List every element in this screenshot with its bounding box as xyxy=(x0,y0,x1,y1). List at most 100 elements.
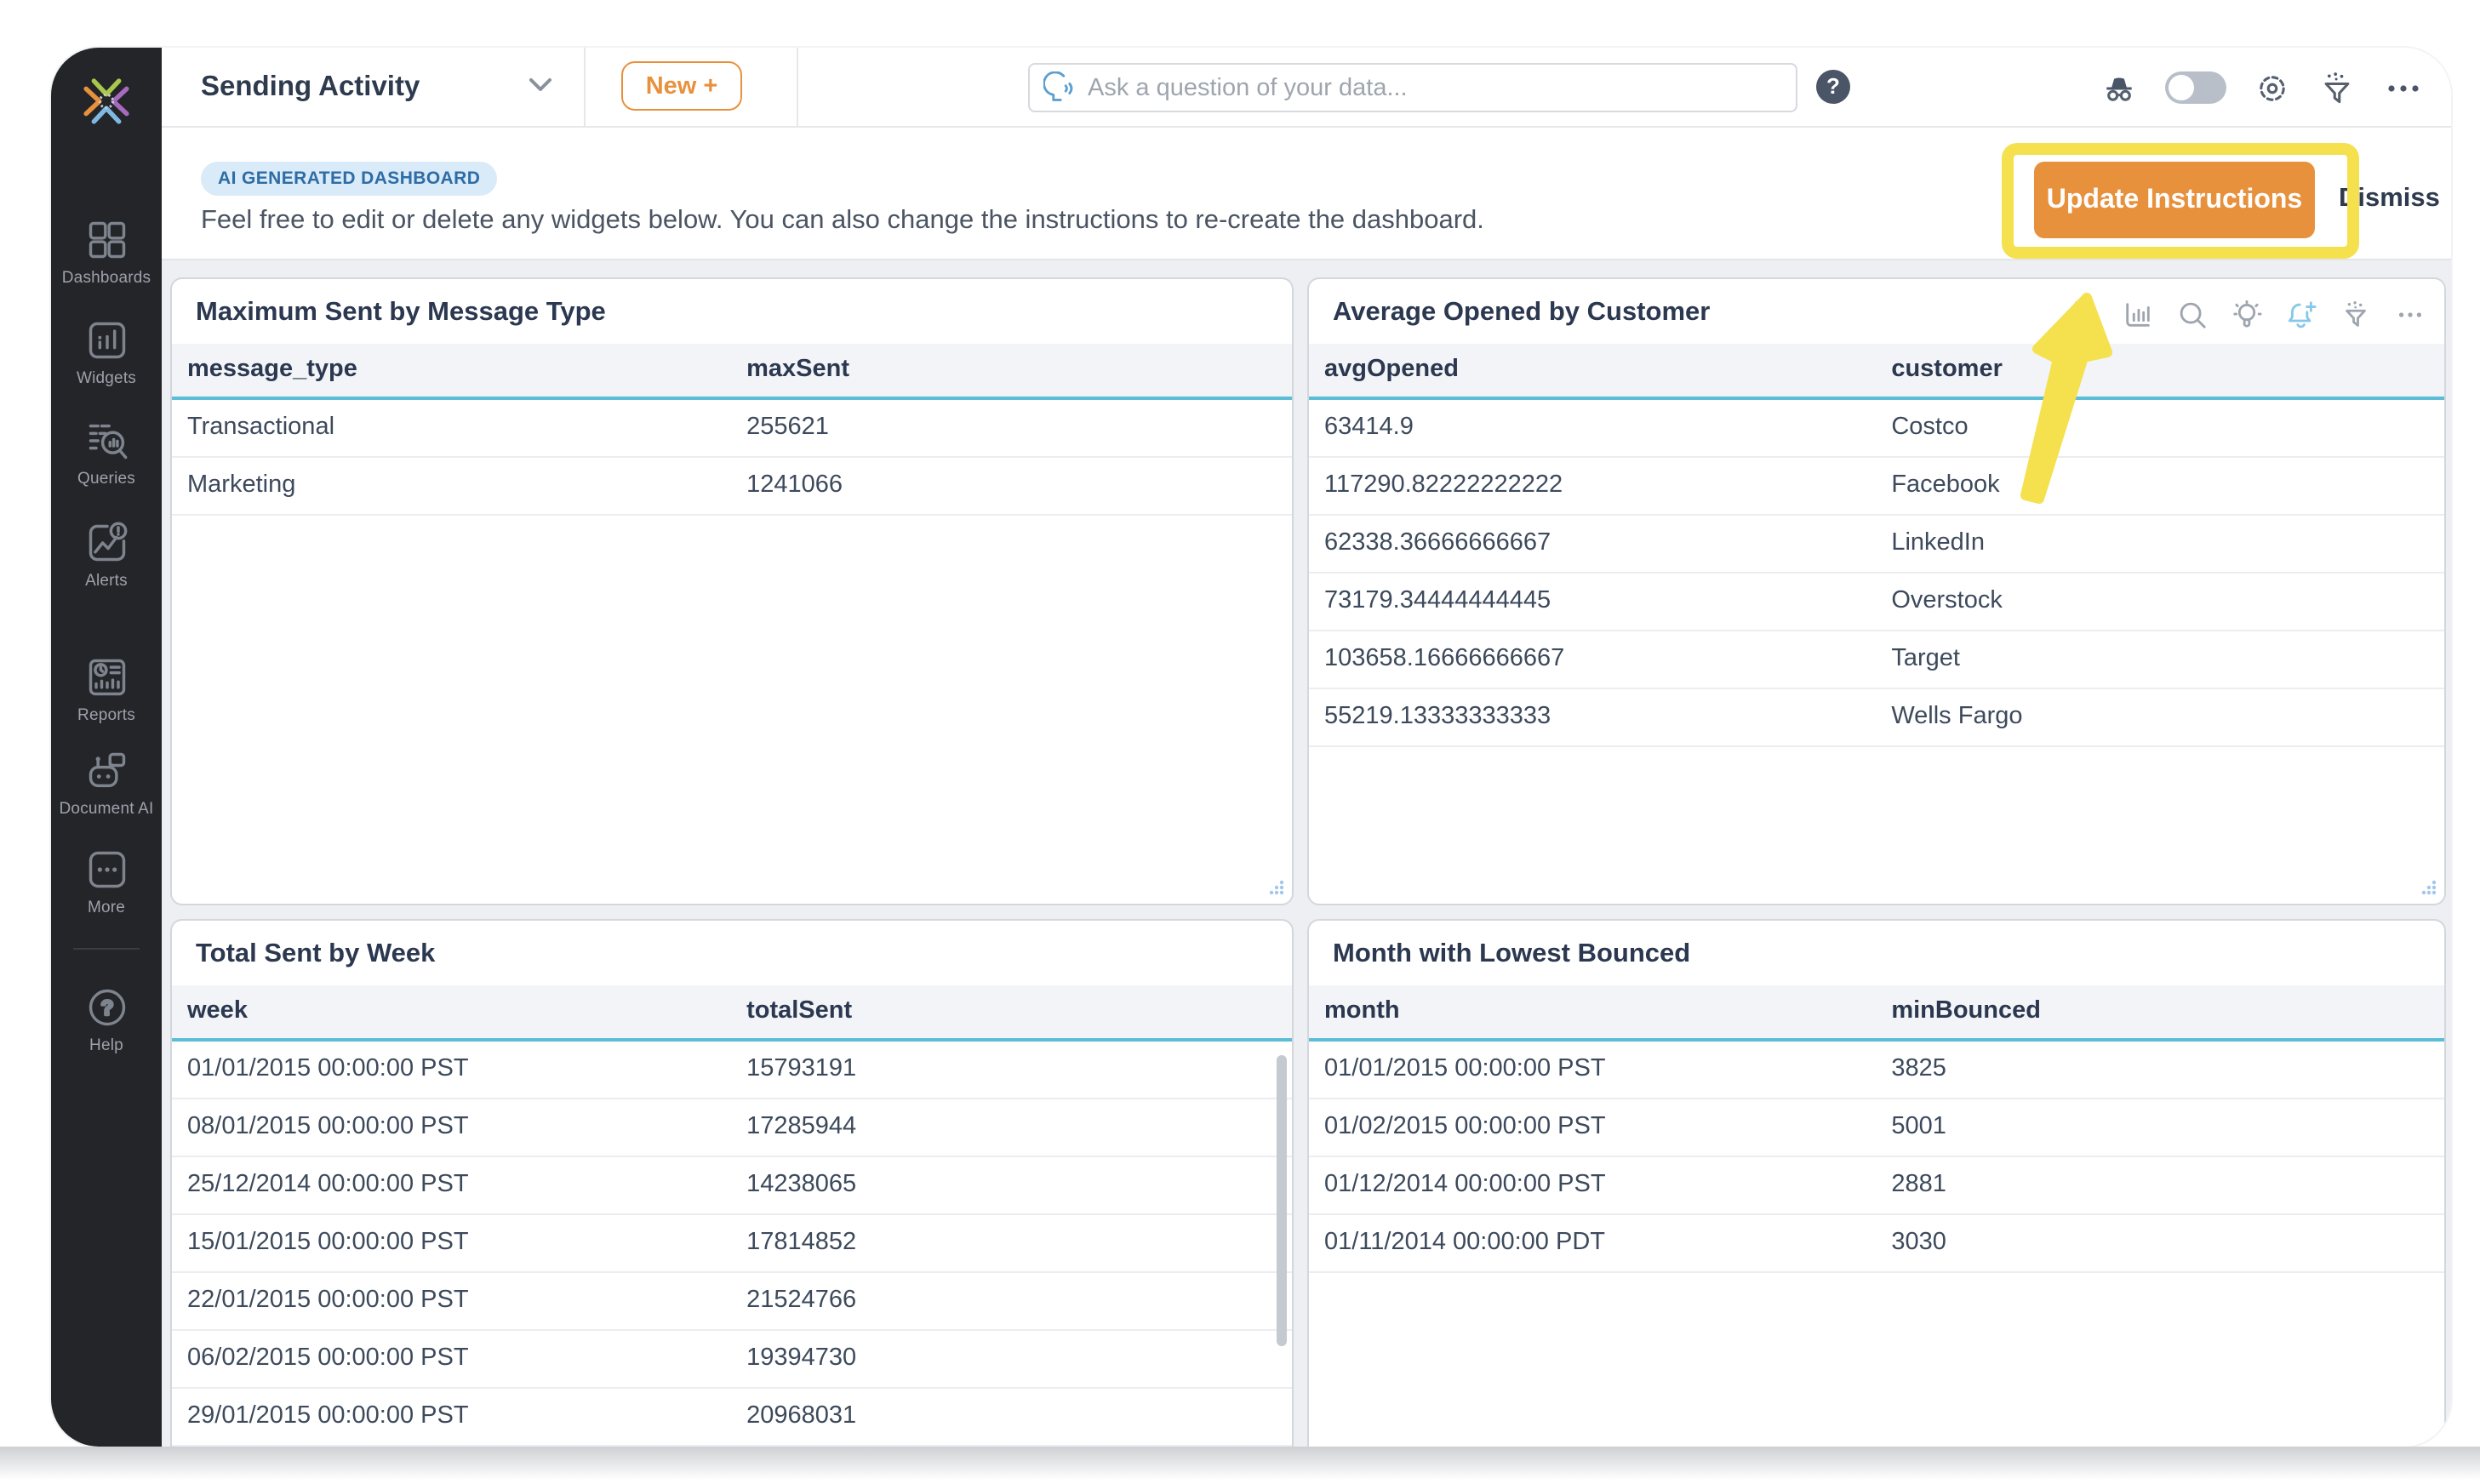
sidebar-item-dashboards[interactable]: Dashboards xyxy=(51,218,162,288)
column-header[interactable]: customer xyxy=(1891,356,2003,383)
table-row[interactable]: 117290.82222222222 Facebook xyxy=(1309,458,2444,516)
update-instructions-button[interactable]: Update Instructions xyxy=(2034,162,2315,238)
sidebar-item-label: Dashboards xyxy=(61,269,151,288)
sidebar-divider xyxy=(73,948,140,950)
ai-generated-badge: AI GENERATED DASHBOARD xyxy=(201,162,498,196)
search-input[interactable] xyxy=(1088,74,1782,101)
widget-total-sent: Total Sent by Week week totalSent 01/01/… xyxy=(170,919,1294,1447)
app-logo-icon[interactable] xyxy=(78,73,134,129)
table-row[interactable]: 62338.36666666667 LinkedIn xyxy=(1309,516,2444,574)
column-header[interactable]: week xyxy=(187,997,248,1025)
sidebar-item-document-ai[interactable]: Document AI xyxy=(51,749,162,819)
table-row[interactable]: 63414.9 Costco xyxy=(1309,400,2444,458)
table-row[interactable]: 25/12/2014 00:00:00 PST 14238065 xyxy=(172,1157,1292,1215)
cell: 21524766 xyxy=(746,1287,857,1314)
table-row[interactable]: 01/11/2014 00:00:00 PDT 3030 xyxy=(1309,1215,2444,1273)
lightbulb-icon[interactable] xyxy=(2231,300,2262,330)
table-row[interactable]: 29/01/2015 00:00:00 PST 20968031 xyxy=(172,1389,1292,1447)
table-row[interactable]: 15/01/2015 00:00:00 PST 17814852 xyxy=(172,1215,1292,1273)
cell: 15793191 xyxy=(746,1055,857,1082)
sidebar: Dashboards Widgets Queries Alerts Report… xyxy=(51,48,162,1447)
cell: 62338.36666666667 xyxy=(1324,529,1551,556)
widget-average-opened: Average Opened by Customer avgOpened cus… xyxy=(1307,277,2446,905)
cell: 103658.16666666667 xyxy=(1324,645,1565,672)
cell: Wells Fargo xyxy=(1891,703,2023,730)
sidebar-item-label: Queries xyxy=(77,470,135,488)
cell: 22/01/2015 00:00:00 PST xyxy=(187,1287,469,1314)
column-header[interactable]: minBounced xyxy=(1891,997,2041,1025)
column-header[interactable]: month xyxy=(1324,997,1400,1025)
cell: 01/11/2014 00:00:00 PDT xyxy=(1324,1229,1605,1256)
sidebar-item-more[interactable]: More xyxy=(51,848,162,917)
dismiss-button[interactable]: Dismiss xyxy=(2339,184,2440,214)
cell: 1241066 xyxy=(746,471,843,499)
filter-sparkle-icon[interactable] xyxy=(2340,300,2371,330)
table-row[interactable]: 55219.13333333333 Wells Fargo xyxy=(1309,689,2444,747)
cell: 14238065 xyxy=(746,1171,857,1198)
sidebar-item-help[interactable]: ? Help xyxy=(51,985,162,1055)
cell: 06/02/2015 00:00:00 PST xyxy=(187,1344,469,1372)
ai-banner: AI GENERATED DASHBOARD Feel free to edit… xyxy=(162,128,2451,260)
resize-handle-icon[interactable] xyxy=(2419,878,2437,897)
svg-text:?: ? xyxy=(100,997,113,1020)
table-row[interactable]: 73179.34444444445 Overstock xyxy=(1309,574,2444,631)
voice-ask-icon xyxy=(1043,71,1073,101)
sidebar-item-reports[interactable]: Reports xyxy=(51,655,162,725)
widget-more-icon[interactable] xyxy=(2395,300,2426,330)
table-row[interactable]: Transactional 255621 xyxy=(172,400,1292,458)
cell: 17285944 xyxy=(746,1113,857,1140)
incognito-icon[interactable] xyxy=(2100,69,2138,106)
sidebar-item-widgets[interactable]: Widgets xyxy=(51,318,162,388)
bottom-fade xyxy=(0,1447,2480,1484)
new-button[interactable]: New + xyxy=(621,61,742,111)
cell: Target xyxy=(1891,645,1960,672)
sidebar-item-label: Help xyxy=(89,1036,123,1055)
help-circle-icon[interactable]: ? xyxy=(1816,70,1850,104)
sidebar-item-label: Reports xyxy=(77,706,135,725)
cell: 29/01/2015 00:00:00 PST xyxy=(187,1402,469,1430)
table-row[interactable]: 06/02/2015 00:00:00 PST 19394730 xyxy=(172,1331,1292,1389)
cell: 55219.13333333333 xyxy=(1324,703,1551,730)
table-row[interactable]: 01/12/2014 00:00:00 PST 2881 xyxy=(1309,1157,2444,1215)
table-row[interactable]: 01/01/2015 00:00:00 PST 3825 xyxy=(1309,1042,2444,1099)
cell: 2881 xyxy=(1891,1171,1946,1198)
table-row[interactable]: 103658.16666666667 Target xyxy=(1309,631,2444,689)
resize-handle-icon[interactable] xyxy=(1266,878,1285,897)
column-header[interactable]: avgOpened xyxy=(1324,356,1459,383)
column-header[interactable]: message_type xyxy=(187,356,357,383)
topbar-divider xyxy=(797,48,798,126)
chart-icon[interactable] xyxy=(2123,300,2153,330)
table-row[interactable]: 01/02/2015 00:00:00 PST 5001 xyxy=(1309,1099,2444,1157)
cell: 73179.34444444445 xyxy=(1324,587,1551,614)
chevron-down-icon[interactable] xyxy=(528,77,553,94)
cell: 5001 xyxy=(1891,1113,1946,1140)
cell: 20968031 xyxy=(746,1402,857,1430)
sidebar-item-alerts[interactable]: Alerts xyxy=(51,521,162,591)
dashboard-title[interactable]: Sending Activity xyxy=(201,71,420,104)
cell: 01/01/2015 00:00:00 PST xyxy=(187,1055,469,1082)
cell: 25/12/2014 00:00:00 PST xyxy=(187,1171,469,1198)
toggle-switch[interactable] xyxy=(2165,71,2226,104)
export-doc-icon[interactable] xyxy=(2070,300,2099,330)
gear-icon[interactable] xyxy=(2254,69,2291,106)
search-icon[interactable] xyxy=(2177,300,2208,330)
table-row[interactable]: 08/01/2015 00:00:00 PST 17285944 xyxy=(172,1099,1292,1157)
widget-title: Total Sent by Week xyxy=(196,939,436,968)
search-bar xyxy=(1028,63,1797,112)
add-alert-bell-icon[interactable] xyxy=(2286,300,2317,330)
column-header[interactable]: totalSent xyxy=(746,997,852,1025)
table-scrollbar[interactable] xyxy=(1277,1055,1287,1346)
cell: Transactional xyxy=(187,414,335,441)
table-row[interactable]: 01/01/2015 00:00:00 PST 15793191 xyxy=(172,1042,1292,1099)
ellipsis-icon[interactable] xyxy=(2383,69,2424,106)
sidebar-item-queries[interactable]: Queries xyxy=(51,419,162,488)
table-row[interactable]: Marketing 1241066 xyxy=(172,458,1292,516)
cell: Marketing xyxy=(187,471,296,499)
cell: 17814852 xyxy=(746,1229,857,1256)
filter-sparkle-icon[interactable] xyxy=(2318,69,2356,106)
cell: 3030 xyxy=(1891,1229,1946,1256)
cell: 08/01/2015 00:00:00 PST xyxy=(187,1113,469,1140)
cell: 3825 xyxy=(1891,1055,1946,1082)
table-row[interactable]: 22/01/2015 00:00:00 PST 21524766 xyxy=(172,1273,1292,1331)
column-header[interactable]: maxSent xyxy=(746,356,849,383)
